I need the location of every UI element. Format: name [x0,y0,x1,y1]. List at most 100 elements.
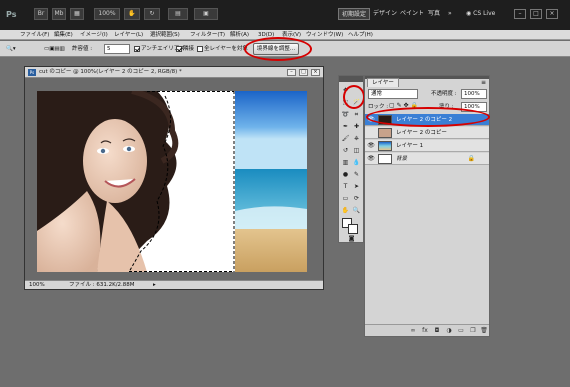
zoom-tool-icon[interactable]: 🔍 [352,206,361,215]
clone-stamp-icon[interactable]: ⎈ [352,134,361,143]
new-group-icon[interactable]: ▭ [457,327,465,335]
crop-tool-icon[interactable]: ⌗ [352,110,361,119]
layer-thumbnail [378,128,392,138]
cs-live-icon: ◉ [466,10,472,17]
link-layers-icon[interactable]: ∞ [409,327,417,335]
menu-analysis[interactable]: 解析(A) [230,31,249,39]
bridge-icon[interactable]: Br [34,8,48,20]
minimize-button[interactable]: – [514,9,526,19]
tools-panel-header[interactable] [339,76,363,82]
layer-style-icon[interactable]: fx [421,327,429,335]
workspace-painting[interactable]: ペイント [400,8,424,20]
document-maximize-button[interactable]: □ [299,69,308,76]
screen-mode-icon[interactable]: ▣ [194,8,218,20]
cs-live-button[interactable]: ◉ CS Live [466,8,495,20]
document-file-info[interactable]: ファイル : 631.2K/2.88M [69,281,135,289]
new-layer-icon[interactable]: ❐ [469,327,477,335]
photo-composite [37,91,307,272]
highlight-circle-layer [366,107,490,127]
workspace-design[interactable]: デザイン [373,8,397,20]
blur-tool-icon[interactable]: 💧 [352,158,361,167]
document-zoom[interactable]: 100% [29,281,45,289]
layers-footer: ∞ fx ◘ ◑ ▭ ❐ 🗑 [365,324,489,336]
workspace-essentials[interactable]: 初期設定 [338,8,371,20]
gradient-tool-icon[interactable]: ▥ [341,158,350,167]
antialias-checkbox[interactable] [134,45,140,52]
document-close-button[interactable]: × [311,69,320,76]
hand-tool-icon[interactable]: ✋ [124,8,140,20]
maximize-button[interactable]: □ [530,9,542,19]
brush-tool-icon[interactable]: 🖌 [341,134,350,143]
menu-help[interactable]: ヘルプ(H) [348,31,373,39]
photoshop-logo: Ps [6,10,17,19]
layers-tab[interactable]: レイヤー [367,78,399,87]
eraser-tool-icon[interactable]: ◫ [352,146,361,155]
magic-wand-preset-icon[interactable]: 🔍▾ [6,45,16,53]
dodge-tool-icon[interactable]: ● [341,170,350,179]
zoom-level-select[interactable]: 100% [94,8,120,20]
layer-thumbnail [378,154,392,164]
document-title-bar[interactable]: Ps cut のコピー @ 100%(レイヤー 2 のコピー 2, RGB/8)… [25,67,323,78]
menu-image[interactable]: イメージ(I) [80,31,108,39]
history-brush-icon[interactable]: ↺ [341,146,350,155]
shape-tool-icon[interactable]: ▭ [341,194,350,203]
hand-tool-panel-icon[interactable]: ✋ [341,206,350,215]
document-minimize-button[interactable]: – [287,69,296,76]
menu-edit[interactable]: 編集(E) [54,31,73,39]
layer-row[interactable]: 👁 背景 🔒 [365,153,489,165]
tolerance-input[interactable]: 5 [104,44,130,54]
type-tool-icon[interactable]: T [341,182,350,191]
application-bar: Ps Br Mb ▦ 100% ✋ ↻ ▤ ▣ 初期設定 デザイン ペイント 写… [0,0,570,30]
tolerance-label: 許容値 : [72,46,93,52]
opacity-input[interactable]: 100% [461,89,487,99]
document-window: Ps cut のコピー @ 100%(レイヤー 2 のコピー 2, RGB/8)… [24,66,324,290]
status-menu-arrow-icon[interactable]: ▸ [153,281,156,289]
menu-filter[interactable]: フィルター(T) [190,31,225,39]
layer-name: レイヤー 1 [396,143,424,149]
contiguous-option[interactable]: 隣接 [176,45,194,53]
guides-icon[interactable]: ▦ [70,8,84,20]
arrange-documents-icon[interactable]: ▤ [168,8,188,20]
canvas-image[interactable] [37,91,307,272]
mini-bridge-icon[interactable]: Mb [52,8,66,20]
delete-layer-icon[interactable]: 🗑 [480,327,488,335]
3d-rotate-icon[interactable]: ⟳ [352,194,361,203]
eye-icon[interactable]: 👁 [367,154,375,164]
cs-live-label: CS Live [473,10,496,17]
opacity-label: 不透明度 : [431,91,457,97]
eye-icon[interactable] [367,128,375,138]
layer-mask-icon[interactable]: ◘ [433,327,441,335]
menu-window[interactable]: ウィンドウ(W) [306,31,343,39]
more-workspaces-icon[interactable]: » [448,8,452,20]
quick-mask-icon[interactable]: ◙ [347,234,356,243]
blend-mode-select[interactable]: 通常 [368,89,418,99]
close-button[interactable]: × [546,9,558,19]
eye-icon[interactable]: 👁 [367,141,375,151]
healing-brush-icon[interactable]: ✚ [352,122,361,131]
all-layers-option[interactable]: 全レイヤーを対象 [197,45,248,53]
document-status-bar: 100% ファイル : 631.2K/2.88M ▸ [25,280,323,289]
background-color-swatch[interactable] [348,224,358,234]
panel-menu-icon[interactable]: ≡ [481,79,486,86]
rotate-view-icon[interactable]: ↻ [144,8,160,20]
all-layers-checkbox[interactable] [197,45,203,52]
selection-mode-icons[interactable]: ▭▣▤▥ [44,45,65,53]
menu-layer[interactable]: レイヤー(L) [114,31,143,39]
pen-tool-icon[interactable]: ✎ [352,170,361,179]
ps-document-icon: Ps [28,69,36,76]
menu-file[interactable]: ファイル(F) [20,31,49,39]
menu-select[interactable]: 選択範囲(S) [150,31,180,39]
layer-row[interactable]: 👁 レイヤー 1 [365,140,489,152]
lock-icon: 🔒 [467,155,475,162]
adjustment-layer-icon[interactable]: ◑ [445,327,453,335]
document-title: cut のコピー @ 100%(レイヤー 2 のコピー 2, RGB/8) * [39,69,182,75]
contiguous-checkbox[interactable] [176,45,182,52]
canvas-area[interactable] [25,79,323,281]
path-selection-icon[interactable]: ➤ [352,182,361,191]
lasso-tool-icon[interactable]: ➰ [341,110,350,119]
eyedropper-tool-icon[interactable]: ✒ [341,122,350,131]
layer-row[interactable]: レイヤー 2 のコピー [365,127,489,139]
workspace-photography[interactable]: 写真 [428,8,440,20]
layer-name: 背景 [396,156,408,162]
highlight-circle-tool [343,85,365,109]
